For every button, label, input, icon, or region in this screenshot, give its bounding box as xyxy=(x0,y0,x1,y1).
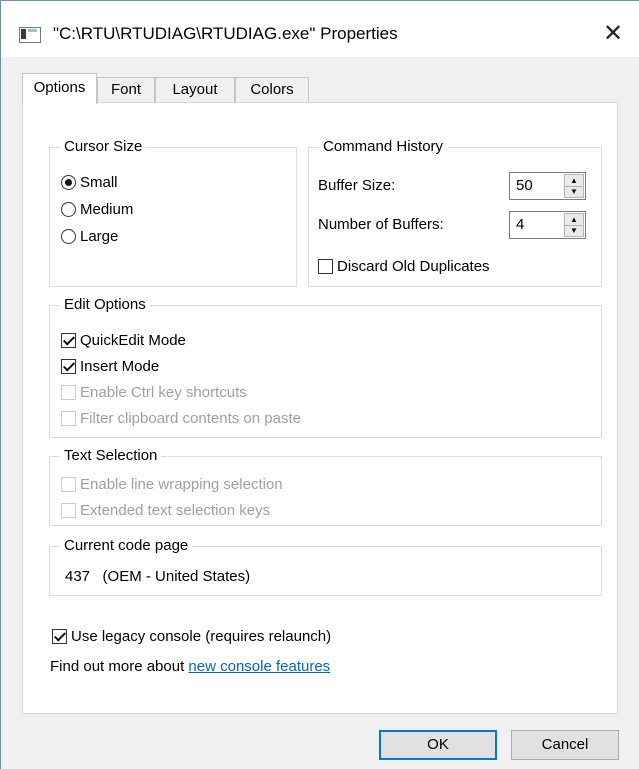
buffer-size-label: Buffer Size: xyxy=(318,177,396,194)
checkbox xyxy=(61,502,76,518)
checkbox-label: Extended text selection keys xyxy=(80,502,271,519)
tab-colors[interactable]: Colors xyxy=(235,77,309,102)
legacy-console-checkbox[interactable]: Use legacy console (requires relaunch) xyxy=(52,627,331,647)
tab-font[interactable]: Font xyxy=(97,77,155,102)
code-page-group: Current code page 437 (OEM - United Stat… xyxy=(49,536,602,596)
options-panel: Cursor Size Small Medium Large Command H… xyxy=(22,102,618,714)
tab-layout[interactable]: Layout xyxy=(155,77,235,102)
checkbox-label: Enable Ctrl key shortcuts xyxy=(80,384,247,401)
checkbox xyxy=(61,384,76,400)
window-title: "C:\RTU\RTUDIAG\RTUDIAG.exe" Properties xyxy=(53,24,398,43)
buffer-size-spinner[interactable]: 50 ▲ ▼ xyxy=(509,172,586,200)
extended-selection-checkbox: Extended text selection keys xyxy=(61,501,270,521)
cursor-size-group: Cursor Size Small Medium Large xyxy=(49,137,297,287)
radio-label: Small xyxy=(80,174,118,191)
insert-mode-checkbox[interactable]: Insert Mode xyxy=(61,357,159,377)
find-out-more: Find out more about new console features xyxy=(50,657,330,677)
find-out-prefix: Find out more about xyxy=(50,658,189,675)
code-page-legend: Current code page xyxy=(60,536,193,556)
radio-medium[interactable]: Medium xyxy=(61,200,133,220)
checkbox[interactable] xyxy=(52,628,67,644)
new-console-features-link[interactable]: new console features xyxy=(188,658,330,675)
radio-label: Large xyxy=(80,228,119,245)
title-bar: "C:\RTU\RTUDIAG\RTUDIAG.exe" Properties … xyxy=(1,1,639,57)
cursor-size-legend: Cursor Size xyxy=(60,137,147,157)
checkbox-label: Discard Old Duplicates xyxy=(337,258,490,275)
radio-small[interactable]: Small xyxy=(61,173,118,193)
edit-options-group: Edit Options QuickEdit Mode Insert Mode … xyxy=(49,295,602,438)
checkbox-label: Insert Mode xyxy=(80,358,160,375)
close-icon[interactable]: ✕ xyxy=(597,19,629,49)
command-history-legend: Command History xyxy=(319,137,448,157)
properties-dialog: "C:\RTU\RTUDIAG\RTUDIAG.exe" Properties … xyxy=(0,0,639,769)
spin-down-icon[interactable]: ▼ xyxy=(565,186,583,197)
radio-button[interactable] xyxy=(61,201,76,217)
console-window-icon xyxy=(19,27,41,43)
num-buffers-spinner[interactable]: 4 ▲ ▼ xyxy=(509,211,586,239)
quickedit-checkbox[interactable]: QuickEdit Mode xyxy=(61,331,186,351)
num-buffers-value[interactable]: 4 xyxy=(516,216,524,233)
checkbox-label: Filter clipboard contents on paste xyxy=(80,410,301,427)
tab-options[interactable]: Options xyxy=(22,73,97,104)
spin-buttons: ▲ ▼ xyxy=(564,174,584,198)
checkbox-label: QuickEdit Mode xyxy=(80,332,186,349)
checkbox xyxy=(61,410,76,426)
radio-large[interactable]: Large xyxy=(61,227,118,247)
num-buffers-label: Number of Buffers: xyxy=(318,216,444,233)
buffer-size-value[interactable]: 50 xyxy=(516,177,533,194)
radio-label: Medium xyxy=(80,201,134,218)
command-history-group: Command History Buffer Size: 50 ▲ ▼ Numb… xyxy=(308,137,602,287)
checkbox-label: Use legacy console (requires relaunch) xyxy=(71,628,332,645)
text-selection-legend: Text Selection xyxy=(60,446,162,466)
radio-button[interactable] xyxy=(61,174,76,190)
filter-clipboard-checkbox: Filter clipboard contents on paste xyxy=(61,409,301,429)
checkbox-label: Enable line wrapping selection xyxy=(80,476,283,493)
checkbox xyxy=(61,476,76,492)
spin-down-icon[interactable]: ▼ xyxy=(565,225,583,236)
ctrl-shortcuts-checkbox: Enable Ctrl key shortcuts xyxy=(61,383,247,403)
cancel-button[interactable]: Cancel xyxy=(511,730,619,760)
checkbox[interactable] xyxy=(61,332,76,348)
spin-buttons: ▲ ▼ xyxy=(564,213,584,237)
checkbox[interactable] xyxy=(61,358,76,374)
checkbox[interactable] xyxy=(318,258,333,274)
radio-button[interactable] xyxy=(61,228,76,244)
code-page-value: 437 (OEM - United States) xyxy=(65,568,251,585)
text-selection-group: Text Selection Enable line wrapping sele… xyxy=(49,446,602,526)
edit-options-legend: Edit Options xyxy=(60,295,150,315)
line-wrap-selection-checkbox: Enable line wrapping selection xyxy=(61,475,283,495)
discard-duplicates-checkbox[interactable]: Discard Old Duplicates xyxy=(318,257,490,277)
ok-button[interactable]: OK xyxy=(379,730,497,760)
